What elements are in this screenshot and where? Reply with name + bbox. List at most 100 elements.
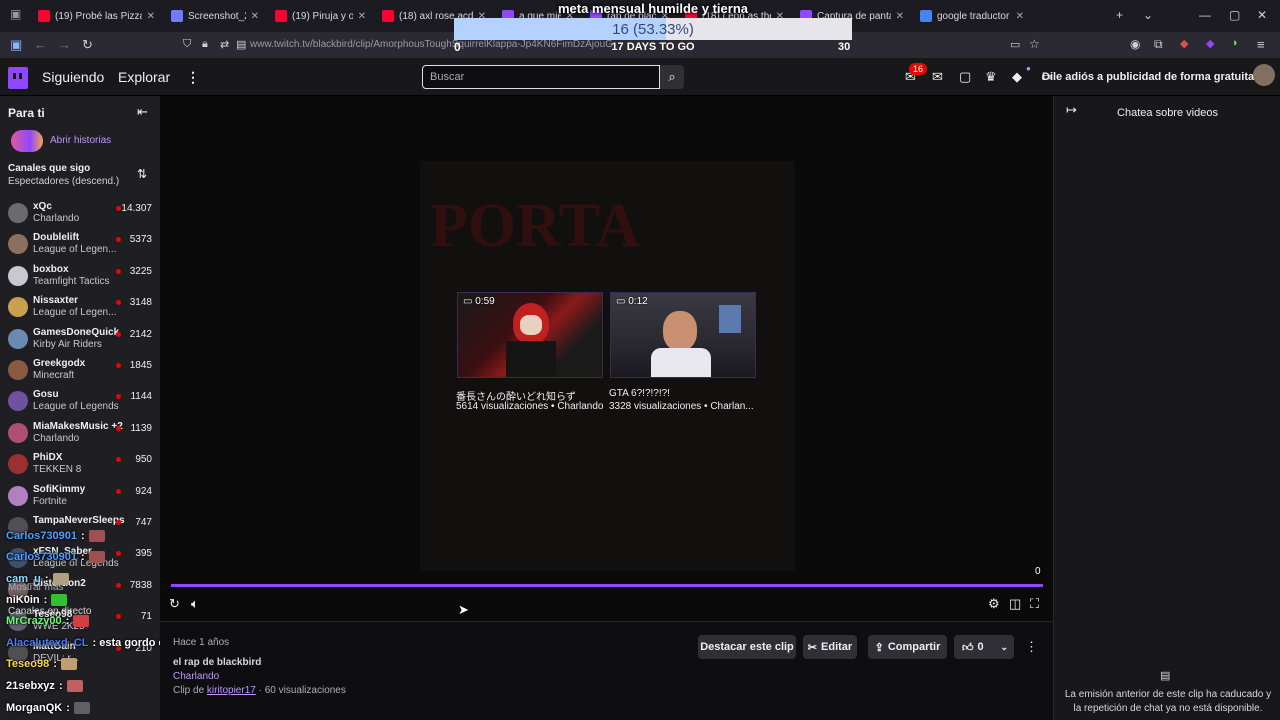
channel-avatar [8, 203, 28, 223]
ad-free-link[interactable]: Dile adiós a publicidad de forma gratuit… [1042, 71, 1254, 83]
reader-icon[interactable]: ▤ [236, 38, 246, 51]
account-icon[interactable]: ◉ [1130, 37, 1140, 51]
channel-name: Doublelift [33, 232, 80, 244]
minimize-icon[interactable]: — [1199, 8, 1211, 22]
browser-tab[interactable]: google traductor - Bus ✕ [912, 0, 1032, 32]
close-tab-icon[interactable]: ✕ [1016, 11, 1024, 22]
chat-text: : [58, 680, 63, 692]
back-icon[interactable]: ← [34, 37, 47, 52]
sidebar-channel-item[interactable]: Greekgodx Minecraft 1845 [0, 355, 160, 386]
background-ghost-text: PORTA [430, 192, 641, 260]
channel-name: Gosu [33, 389, 59, 401]
channel-avatar [8, 297, 28, 318]
chat-username: MorganQK [6, 702, 63, 714]
sidebar-channel-item[interactable]: GamesDoneQuick Kirby Air Riders 2142 [0, 324, 160, 355]
firefox-view-icon[interactable]: ▣ [10, 7, 21, 21]
clip-category-link[interactable]: Charlando [173, 671, 219, 682]
live-indicator-icon [116, 394, 121, 400]
live-indicator-icon [116, 551, 121, 557]
goal-max: 30 [838, 41, 851, 53]
fullscreen-icon[interactable]: ⛶ [1030, 596, 1039, 612]
close-tab-icon[interactable]: ✕ [147, 11, 155, 22]
volume-icon[interactable]: 🔈︎ [191, 596, 199, 612]
theatre-mode-icon[interactable]: ◫ [1009, 596, 1021, 612]
lock-icon[interactable]: 🔒︎ [202, 38, 208, 51]
clip-age: Hace 1 años [173, 637, 230, 648]
bits-icon[interactable]: ◆ [1012, 69, 1022, 85]
user-avatar[interactable] [1253, 64, 1275, 86]
clip-title-2[interactable]: GTA 6?!?!?!?! [609, 388, 670, 399]
whispers-icon[interactable]: ▢ [959, 69, 971, 85]
collapse-sidebar-icon[interactable]: ⇤ [137, 104, 148, 120]
sidebar-toggle-icon[interactable]: ▣ [10, 37, 22, 53]
maximize-icon[interactable]: ▢ [1229, 8, 1240, 22]
search-icon[interactable]: ⌕ [660, 65, 684, 89]
extension-green-icon[interactable]: ◗ [1232, 37, 1239, 49]
close-tab-icon[interactable]: ✕ [251, 11, 259, 22]
share-button[interactable]: ⇪ Compartir [868, 635, 947, 659]
sidebar-channel-item[interactable]: MiaMakesMusic +2 Charlando 1139 [0, 418, 160, 449]
like-dropdown-chevron-icon[interactable]: ⌄ [1000, 642, 1014, 653]
viewer-count: 1139 [130, 422, 152, 434]
bookmark-star-icon[interactable]: ☆ [1029, 37, 1040, 51]
sidebar-channel-item[interactable]: Doublelift League of Legen... 5373 [0, 229, 160, 260]
following-link[interactable]: Siguiendo [42, 69, 104, 85]
extension-red-icon[interactable]: ◆ [1180, 37, 1188, 50]
overlay-chat-message: MrCrazy00: [6, 615, 90, 628]
channel-name: xQc [33, 201, 52, 212]
sidebar-title: Para ti [8, 106, 45, 120]
permissions-icon[interactable]: ⇄ [220, 38, 229, 51]
browser-tab[interactable]: (19) Piruja y ordinario ✕ [267, 0, 374, 32]
clipper-link[interactable]: kiritopier17 [207, 685, 256, 696]
viewer-count: 747 [135, 517, 152, 528]
channel-game: TEKKEN 8 [33, 464, 82, 476]
video-player[interactable]: PORTA ▭ 0:59 番長さんの酔いどれ知らず 5614 visualiza… [160, 96, 1053, 621]
new-tab-icon[interactable]: + [1116, 8, 1123, 22]
browse-link[interactable]: Explorar [118, 69, 170, 85]
channel-avatar [8, 422, 28, 443]
twitch-logo-icon[interactable] [8, 67, 28, 89]
goal-days-left: 17 DAYS TO GO [611, 41, 695, 53]
sidebar-channel-item[interactable]: Gosu League of Legends 1144 [0, 386, 160, 417]
sort-icon[interactable]: ⇅ [137, 167, 147, 181]
feature-clip-button[interactable]: Destacar este clip [698, 635, 796, 659]
extensions-icon[interactable]: ⧉ [1154, 37, 1163, 52]
sidebar-channel-item[interactable]: xQc Charlando 14.307 [0, 198, 160, 229]
close-window-icon[interactable]: ✕ [1257, 8, 1267, 22]
tab-list-chevron-icon[interactable]: ⌄ [1143, 8, 1153, 22]
replay-icon[interactable]: ↻ [169, 596, 180, 612]
channel-name: MiaMakesMusic +2 [33, 420, 123, 432]
chat-text: : [66, 702, 70, 714]
sidebar-channel-item[interactable]: Nissaxter League of Legen... 3148 [0, 292, 160, 323]
browser-tab[interactable]: (19) Probé las Pizzas M ✕ [30, 0, 163, 32]
close-tab-icon[interactable]: ✕ [358, 11, 366, 22]
reload-icon[interactable]: ↻ [82, 37, 93, 53]
close-tab-icon[interactable]: ✕ [896, 11, 904, 22]
sidebar-channel-item[interactable]: SofiKimmy Fortnite 924 [0, 481, 160, 512]
live-indicator-icon [116, 331, 121, 337]
seek-bar[interactable] [171, 584, 1043, 587]
extension-purple-icon[interactable]: ◆ [1206, 37, 1214, 50]
more-options-icon[interactable]: ⋮ [186, 69, 200, 86]
chat-username: Carlos730901 [6, 551, 77, 563]
sidebar-channel-item[interactable]: boxbox Teamfight Tactics 3225 [0, 261, 160, 292]
following-heading: Canales que sigo [8, 163, 91, 174]
shield-icon[interactable]: ⛉ [183, 38, 191, 51]
channel-game: Minecraft [33, 370, 75, 381]
open-stories-link[interactable]: Abrir historias [50, 135, 111, 146]
viewer-count: 7838 [129, 579, 152, 591]
search-input[interactable]: Buscar [422, 65, 660, 89]
forward-icon[interactable]: → [58, 37, 71, 52]
tab-favicon-icon [920, 10, 932, 22]
menu-icon[interactable]: ≡ [1257, 37, 1265, 52]
prime-crown-icon[interactable]: ♛ [985, 69, 997, 85]
edit-button[interactable]: ✂ Editar [803, 635, 857, 659]
sidebar-channel-item[interactable]: PhiDX TEKKEN 8 950 [0, 449, 160, 480]
pip-icon[interactable]: ▭ [1010, 38, 1020, 51]
browser-tab[interactable]: Screenshot_2026-03-1 ✕ [163, 0, 267, 32]
like-button[interactable]: 👍︎ 0 ⌄ [954, 635, 1014, 659]
mail-icon[interactable]: ✉ [932, 69, 943, 85]
stories-avatar[interactable] [9, 128, 45, 154]
settings-gear-icon[interactable]: ⚙ [988, 596, 1000, 612]
more-options-icon[interactable]: ⋮ [1025, 639, 1038, 655]
